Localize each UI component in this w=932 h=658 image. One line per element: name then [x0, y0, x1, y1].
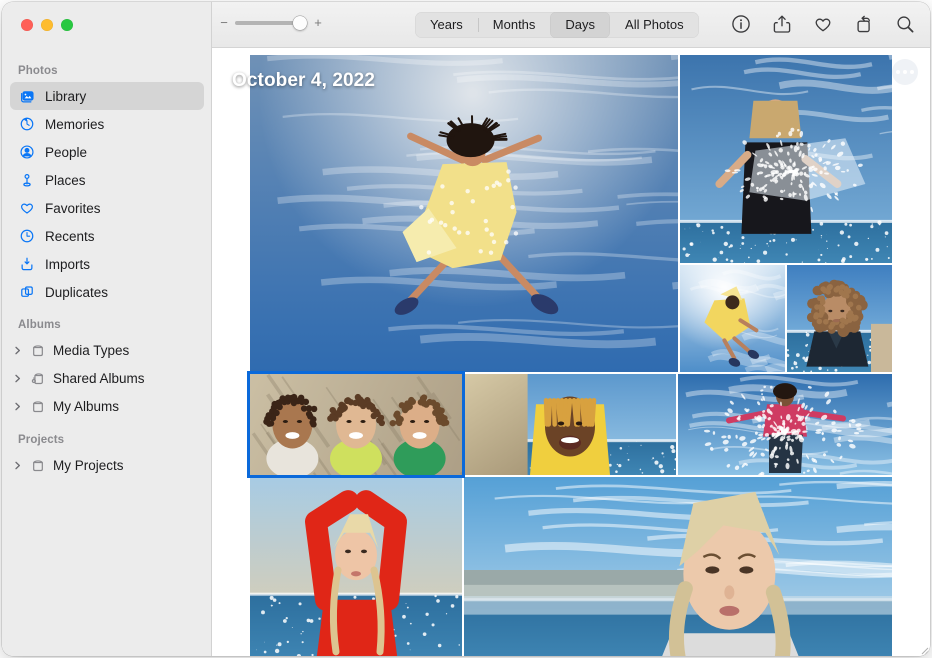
- sidebar-item-memories[interactable]: Memories: [10, 110, 204, 138]
- sidebar-item-duplicates[interactable]: Duplicates: [10, 278, 204, 306]
- rotate-icon: [853, 13, 875, 35]
- sidebar-item-label: Duplicates: [45, 285, 108, 300]
- folder-icon: [29, 456, 47, 474]
- sidebar-item-shared-albums[interactable]: Shared Albums: [10, 364, 204, 392]
- sidebar-item-recents[interactable]: Recents: [10, 222, 204, 250]
- share-icon: [771, 13, 793, 35]
- photo-image: [787, 265, 892, 372]
- sidebar-item-label: Recents: [45, 229, 95, 244]
- zoom-button[interactable]: [61, 19, 73, 31]
- favorite-button[interactable]: [810, 11, 836, 37]
- segment-years[interactable]: Years: [415, 12, 478, 38]
- sidebar-item-label: Places: [45, 173, 86, 188]
- places-icon: [18, 171, 36, 189]
- sidebar-header-albums: Albums: [2, 319, 212, 336]
- sidebar-item-imports[interactable]: Imports: [10, 250, 204, 278]
- clock-icon: [18, 227, 36, 245]
- search-icon: [894, 13, 916, 35]
- heart-icon: [18, 199, 36, 217]
- sidebar-item-label: Media Types: [53, 343, 129, 358]
- share-button[interactable]: [769, 11, 795, 37]
- photo-grid-area[interactable]: October 4, 2022: [212, 48, 930, 656]
- sidebar-item-favorites[interactable]: Favorites: [10, 194, 204, 222]
- segment-days[interactable]: Days: [550, 12, 610, 38]
- sidebar-item-people[interactable]: People: [10, 138, 204, 166]
- sidebar-header-photos: Photos: [2, 65, 212, 82]
- people-icon: [18, 143, 36, 161]
- segment-all-photos[interactable]: All Photos: [610, 12, 699, 38]
- sidebar-section-albums: Albums Media Types Shared Albums My Albums: [2, 319, 212, 420]
- folder-icon: [29, 341, 47, 359]
- photo-image: [464, 374, 676, 475]
- import-icon: [18, 255, 36, 273]
- resize-grip-icon[interactable]: [919, 645, 929, 655]
- photo-image: [250, 55, 678, 372]
- sidebar-item-label: People: [45, 145, 87, 160]
- photo-thumbnail-blonde-braids-beach-portrait[interactable]: [464, 477, 892, 656]
- segment-months[interactable]: Months: [478, 12, 551, 38]
- toolbar-buttons: [728, 11, 918, 37]
- photo-image: [680, 265, 785, 372]
- zoom-slider-knob[interactable]: [293, 16, 307, 30]
- sidebar-item-label: My Albums: [53, 399, 119, 414]
- duplicates-icon: [18, 283, 36, 301]
- chevron-right-icon[interactable]: [12, 345, 23, 356]
- photo-thumbnail-girl-in-yellow-dress-jumping[interactable]: [250, 55, 678, 372]
- more-options-button[interactable]: [892, 59, 918, 85]
- sidebar-item-label: Imports: [45, 257, 90, 272]
- sidebar-section-photos: Photos Library Memories People Places Favorit…: [2, 65, 212, 306]
- zoom-slider-track[interactable]: [235, 21, 307, 25]
- traffic-lights: [21, 19, 73, 31]
- sidebar-item-label: Memories: [45, 117, 104, 132]
- shared-folder-icon: [29, 369, 47, 387]
- search-button[interactable]: [892, 11, 918, 37]
- chevron-right-icon[interactable]: [12, 401, 23, 412]
- photo-image: [678, 374, 892, 475]
- rotate-button[interactable]: [851, 11, 877, 37]
- library-icon: [18, 87, 36, 105]
- photo-thumbnail-three-friends-selfie[interactable]: [250, 374, 462, 475]
- photo-image: [250, 374, 462, 475]
- sidebar: Photos Library Memories People Places Favorit…: [2, 2, 212, 656]
- photo-thumbnail-yellow-dress-falling[interactable]: [680, 265, 785, 372]
- photo-image: [250, 477, 462, 656]
- chevron-right-icon[interactable]: [12, 373, 23, 384]
- info-button[interactable]: [728, 11, 754, 37]
- sidebar-item-label: Favorites: [45, 201, 101, 216]
- info-icon: [730, 13, 752, 35]
- sidebar-item-library[interactable]: Library: [10, 82, 204, 110]
- zoom-slider[interactable]: − +: [220, 16, 322, 29]
- sidebar-item-my-projects[interactable]: My Projects: [10, 451, 204, 479]
- sidebar-header-projects: Projects: [2, 434, 212, 451]
- photo-thumbnail-woman-water-splash[interactable]: [680, 55, 892, 263]
- sidebar-item-label: Library: [45, 89, 86, 104]
- chevron-right-icon[interactable]: [12, 460, 23, 471]
- sidebar-item-my-albums[interactable]: My Albums: [10, 392, 204, 420]
- photo-image: [680, 55, 892, 263]
- minimize-button[interactable]: [41, 19, 53, 31]
- memories-icon: [18, 115, 36, 133]
- photo-thumbnail-smiling-person-yellow-hood[interactable]: [464, 374, 676, 475]
- photo-thumbnail-curly-hair-portrait[interactable]: [787, 265, 892, 372]
- sidebar-item-places[interactable]: Places: [10, 166, 204, 194]
- photo-thumbnail-person-splashing-water[interactable]: [678, 374, 892, 475]
- photo-thumbnail-red-sweater-portrait[interactable]: [250, 477, 462, 656]
- toolbar: − + YearsMonthsDaysAll Photos: [212, 2, 930, 48]
- folder-icon: [29, 397, 47, 415]
- sidebar-item-label: Shared Albums: [53, 371, 145, 386]
- zoom-in-label[interactable]: +: [314, 16, 322, 29]
- close-button[interactable]: [21, 19, 33, 31]
- sidebar-item-label: My Projects: [53, 458, 124, 473]
- view-mode-segmented-control[interactable]: YearsMonthsDaysAll Photos: [415, 12, 699, 38]
- zoom-out-label[interactable]: −: [220, 16, 228, 29]
- photos-window: Photos Library Memories People Places Favorit…: [2, 2, 930, 656]
- sidebar-section-projects: Projects My Projects: [2, 434, 212, 479]
- heart-icon: [812, 13, 834, 35]
- sidebar-item-media-types[interactable]: Media Types: [10, 336, 204, 364]
- photo-image: [464, 477, 892, 656]
